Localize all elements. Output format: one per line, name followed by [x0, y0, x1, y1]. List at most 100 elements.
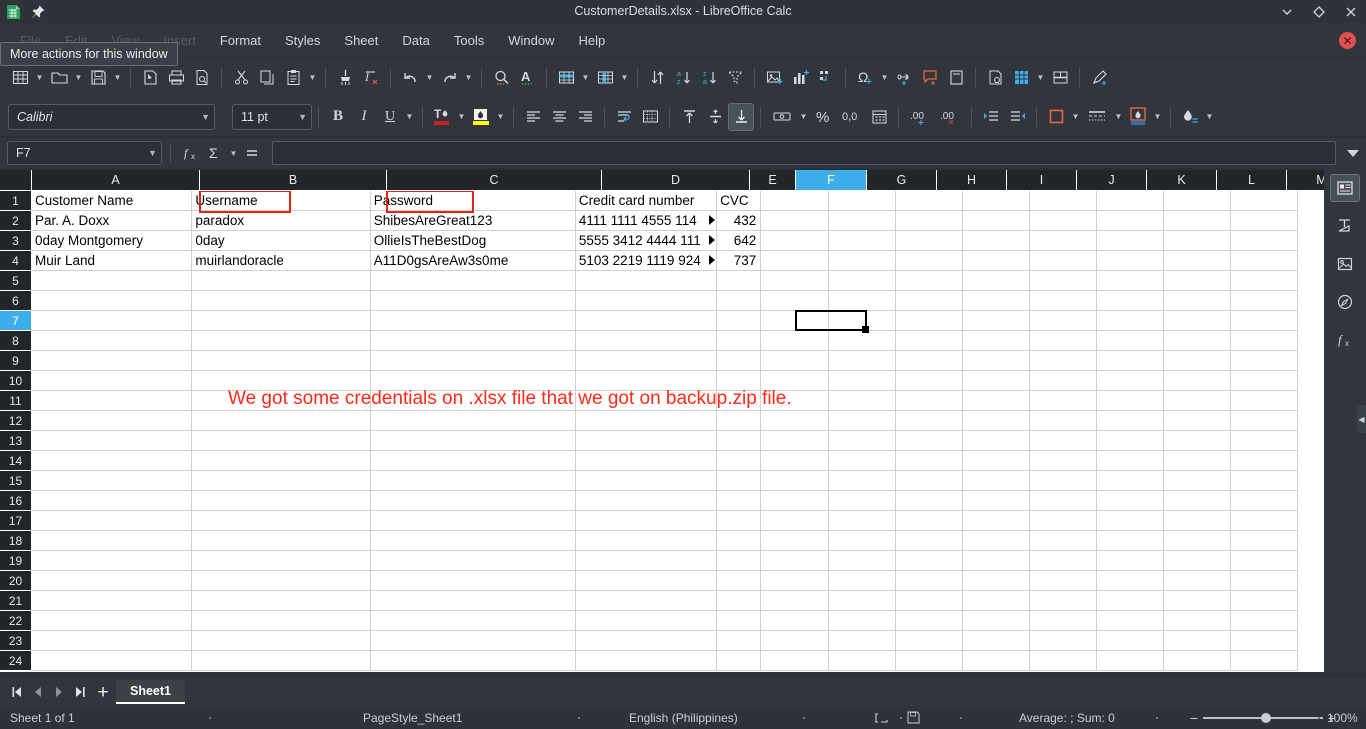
menu-tools[interactable]: Tools	[442, 30, 496, 51]
cell-E4[interactable]: 737	[717, 251, 762, 271]
cell-D2[interactable]: 4111 1111 4555 114	[575, 211, 718, 231]
find-replace-icon[interactable]	[488, 64, 514, 92]
cell-L2[interactable]	[1164, 211, 1232, 231]
spelling-icon[interactable]: A	[514, 64, 540, 92]
cell-G2[interactable]	[829, 211, 897, 231]
expand-formula-bar-icon[interactable]	[1340, 138, 1366, 168]
cell-B19[interactable]	[192, 551, 371, 571]
cell-K5[interactable]	[1097, 271, 1165, 291]
cell-G10[interactable]	[829, 371, 897, 391]
bold-button[interactable]: B	[325, 103, 351, 131]
cell-F4[interactable]	[761, 251, 830, 271]
cell-F1[interactable]	[761, 191, 830, 211]
cell-K19[interactable]	[1097, 551, 1165, 571]
cell-L11[interactable]	[1164, 391, 1231, 411]
selection-mode-icon[interactable]	[874, 706, 894, 729]
font-name-combobox[interactable]: Calibri ▼	[8, 103, 215, 130]
cell-B13[interactable]	[192, 431, 371, 451]
cell-D21[interactable]	[575, 591, 718, 611]
cell-E2[interactable]: 432	[717, 211, 762, 231]
cell-H5[interactable]	[896, 271, 964, 291]
cell-D20[interactable]	[575, 571, 718, 591]
cell-B18[interactable]	[192, 531, 371, 551]
cell-I14[interactable]	[963, 451, 1031, 471]
cell-L13[interactable]	[1164, 431, 1231, 451]
cell-F20[interactable]	[761, 571, 830, 591]
cell-H2[interactable]	[896, 211, 964, 231]
undo-icon[interactable]	[397, 64, 423, 92]
cell-I6[interactable]	[963, 291, 1031, 311]
cell-J17[interactable]	[1030, 511, 1098, 531]
cell-M2[interactable]	[1231, 211, 1298, 231]
cell-C17[interactable]	[370, 511, 576, 531]
cell-D24[interactable]	[575, 651, 718, 671]
cell-J21[interactable]	[1030, 591, 1098, 611]
font-color-dropdown[interactable]: ▼	[455, 103, 468, 131]
cell-G24[interactable]	[829, 651, 897, 671]
cell-J18[interactable]	[1030, 531, 1098, 551]
cell-M11[interactable]	[1231, 391, 1298, 411]
cell-H19[interactable]	[896, 551, 964, 571]
column-header-b[interactable]: B	[200, 170, 387, 191]
cell-L15[interactable]	[1164, 471, 1231, 491]
cell-B17[interactable]	[192, 511, 371, 531]
italic-button[interactable]: I	[351, 103, 377, 131]
cell-K23[interactable]	[1097, 631, 1165, 651]
insert-comment-icon[interactable]	[917, 64, 943, 92]
show-draw-functions-icon[interactable]	[1086, 64, 1112, 92]
row-header-8[interactable]: 8	[0, 331, 32, 351]
cell-J3[interactable]	[1030, 231, 1098, 251]
cell-J19[interactable]	[1030, 551, 1098, 571]
export-pdf-icon[interactable]	[137, 64, 163, 92]
menu-sheet[interactable]: Sheet	[332, 30, 390, 51]
cell-C9[interactable]	[370, 351, 576, 371]
cell-I8[interactable]	[963, 331, 1031, 351]
cell-C4[interactable]: A11D0gsAreAw3s0me	[370, 251, 576, 271]
cell-A23[interactable]	[32, 631, 193, 651]
cell-D16[interactable]	[575, 491, 718, 511]
row-icon[interactable]	[553, 64, 579, 92]
column-header-i[interactable]: I	[1007, 170, 1077, 191]
cell-G17[interactable]	[829, 511, 897, 531]
cell-E21[interactable]	[717, 591, 762, 611]
cell-J1[interactable]	[1030, 191, 1098, 211]
undo-dropdown[interactable]: ▼	[423, 64, 436, 92]
cell-C6[interactable]	[370, 291, 576, 311]
special-character-dropdown[interactable]: ▼	[878, 64, 891, 92]
cell-F18[interactable]	[761, 531, 830, 551]
column-header-j[interactable]: J	[1077, 170, 1147, 191]
cell-D3[interactable]: 5555 3412 4444 111	[575, 231, 718, 251]
cell-L4[interactable]	[1164, 251, 1232, 271]
cell-G15[interactable]	[829, 471, 897, 491]
clear-formatting-icon[interactable]: I	[358, 64, 384, 92]
cell-A9[interactable]	[32, 351, 193, 371]
cell-H24[interactable]	[896, 651, 964, 671]
border-style-dropdown[interactable]: ▼	[1112, 103, 1125, 131]
gallery-icon[interactable]	[1330, 250, 1360, 278]
borders-dropdown[interactable]: ▼	[1069, 103, 1082, 131]
cell-A5[interactable]	[32, 271, 193, 291]
cell-K11[interactable]	[1097, 391, 1165, 411]
font-size-combobox[interactable]: 11 pt ▼	[232, 103, 312, 130]
cell-C8[interactable]	[370, 331, 576, 351]
cell-I18[interactable]	[963, 531, 1031, 551]
cell-E24[interactable]	[717, 651, 762, 671]
cell-H16[interactable]	[896, 491, 964, 511]
row-header-19[interactable]: 19	[0, 551, 32, 571]
cell-A11[interactable]	[32, 391, 193, 411]
row-header-17[interactable]: 17	[0, 511, 32, 531]
column-header-f[interactable]: F	[796, 170, 867, 191]
cell-A10[interactable]	[32, 371, 193, 391]
row-header-18[interactable]: 18	[0, 531, 32, 551]
cell-M12[interactable]	[1231, 411, 1298, 431]
cell-H1[interactable]	[896, 191, 964, 211]
cell-B20[interactable]	[192, 571, 371, 591]
cell-B9[interactable]	[192, 351, 371, 371]
cell-I22[interactable]	[963, 611, 1031, 631]
align-left-icon[interactable]	[520, 103, 546, 131]
cell-L9[interactable]	[1164, 351, 1231, 371]
cell-E8[interactable]	[717, 331, 762, 351]
cell-I5[interactable]	[963, 271, 1031, 291]
cell-G4[interactable]	[829, 251, 897, 271]
cell-H11[interactable]	[896, 391, 964, 411]
